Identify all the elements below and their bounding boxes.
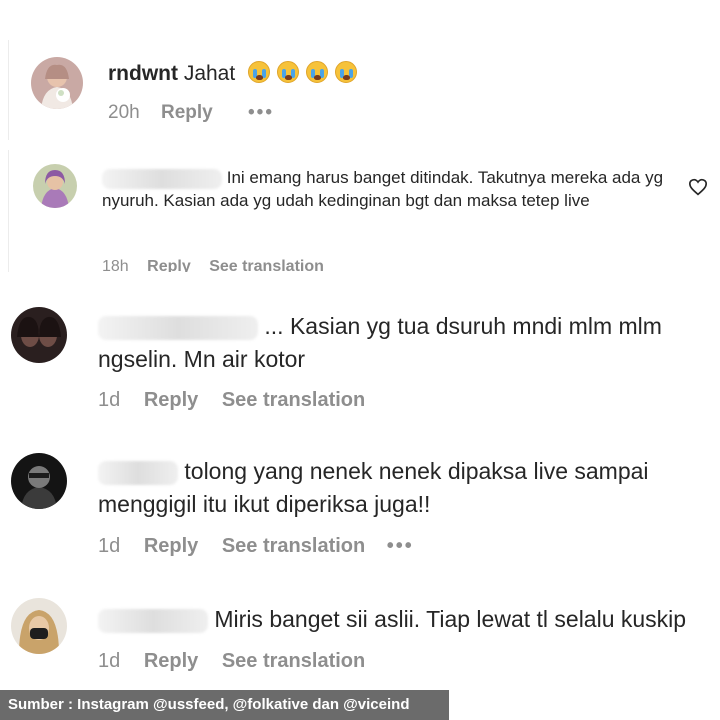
see-translation-button[interactable]: See translation: [222, 389, 365, 412]
reply-button[interactable]: Reply: [147, 256, 191, 272]
more-options-button[interactable]: •••: [387, 535, 414, 558]
heart-icon[interactable]: [688, 178, 708, 196]
comment-body: Jahat: [183, 62, 236, 85]
comment-meta: 1d Reply See translation: [98, 389, 365, 412]
comment-username-redacted: [98, 608, 208, 633]
reply-button[interactable]: Reply: [144, 389, 198, 412]
comment-meta: 1d Reply See translation: [98, 650, 365, 673]
see-translation-button[interactable]: See translation: [222, 650, 365, 673]
comment-time: 1d: [98, 650, 121, 672]
comment-time: 1d: [98, 535, 121, 557]
comment-text: Miris banget sii aslii. Tiap lewat tl se…: [98, 603, 718, 636]
avatar[interactable]: [11, 598, 67, 654]
loudly-crying-face-icon: [277, 61, 300, 83]
reply-button[interactable]: Reply: [144, 650, 198, 673]
loudly-crying-face-icon: [248, 61, 271, 83]
comment-text: rndwnt Jahat: [108, 61, 358, 88]
comment-meta: 1d Reply See translation •••: [98, 535, 414, 558]
loudly-crying-face-icon: [306, 61, 329, 83]
thread-line: [8, 150, 9, 272]
comment-body: tolong yang nenek nenek dipaksa live sam…: [98, 458, 649, 518]
comment-time: 20h: [108, 102, 140, 123]
comment-time: 1d: [98, 389, 121, 411]
source-caption: Sumber : Instagram @ussfeed, @folkative …: [0, 690, 449, 720]
avatar[interactable]: [33, 164, 77, 208]
avatar[interactable]: [31, 57, 83, 109]
comment-username-redacted: [98, 460, 178, 485]
comment-meta: 20h Reply •••: [108, 102, 274, 124]
comment-text: tolong yang nenek nenek dipaksa live sam…: [98, 455, 708, 522]
thread-line: [8, 40, 9, 140]
comment-username[interactable]: rndwnt: [108, 62, 178, 85]
more-options-button[interactable]: •••: [248, 102, 274, 124]
avatar[interactable]: [11, 453, 67, 509]
avatar[interactable]: [11, 307, 67, 363]
see-translation-button[interactable]: See translation: [209, 256, 324, 272]
comment-username-redacted: [102, 168, 222, 189]
loudly-crying-face-icon: [335, 61, 358, 83]
reply-button[interactable]: Reply: [144, 535, 198, 558]
comment-text: Ini emang harus banget ditindak. Takutny…: [102, 166, 682, 212]
comment-text: ... Kasian yg tua dsuruh mndi mlm mlm ng…: [98, 310, 708, 377]
comment-time: 18h: [102, 258, 129, 272]
reply-button[interactable]: Reply: [161, 102, 213, 124]
comment-username-redacted: [98, 315, 258, 340]
see-translation-button[interactable]: See translation: [222, 535, 365, 558]
comment-body: Miris banget sii aslii. Tiap lewat tl se…: [214, 606, 687, 632]
comment-meta: 18h Reply See translation: [102, 256, 324, 272]
